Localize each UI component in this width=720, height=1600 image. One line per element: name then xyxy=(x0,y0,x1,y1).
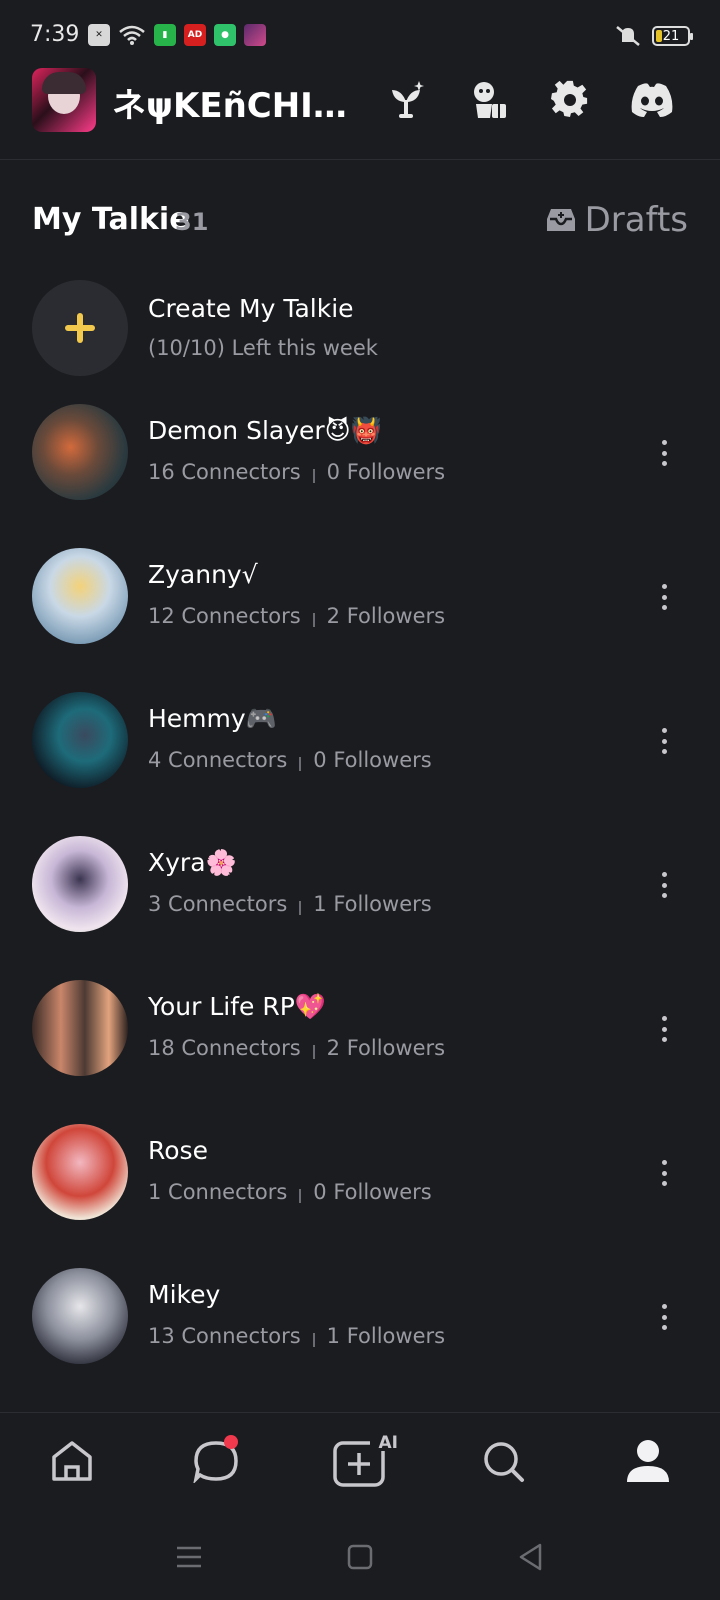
talkie-avatar[interactable] xyxy=(32,1268,128,1364)
talkie-name: Zyanny√ xyxy=(148,560,258,589)
create-ai-icon[interactable]: AI xyxy=(330,1433,398,1489)
connectors-count: 4 Connectors xyxy=(148,748,288,772)
connectors-count: 12 Connectors xyxy=(148,604,301,628)
wifi-icon xyxy=(119,25,145,45)
talkie-name: Mikey xyxy=(148,1280,221,1309)
talkie-avatar[interactable] xyxy=(32,1124,128,1220)
talkie-name: Xyra🌸 xyxy=(148,848,237,877)
connectors-count: 13 Connectors xyxy=(148,1324,301,1348)
talkie-stats: 16 Connectors 0 Followers xyxy=(148,460,445,484)
followers-count: 2 Followers xyxy=(326,604,446,628)
talkie-stats: 13 Connectors 1 Followers xyxy=(148,1324,445,1348)
followers-count: 0 Followers xyxy=(313,748,432,772)
discord-icon[interactable] xyxy=(630,78,674,122)
talkie-row[interactable]: Your Life RP💖 18 Connectors 2 Followers xyxy=(0,980,720,1100)
connectors-count: 18 Connectors xyxy=(148,1036,301,1060)
create-subtitle: (10/10) Left this week xyxy=(148,336,378,360)
more-options-icon[interactable] xyxy=(652,870,676,900)
search-icon[interactable] xyxy=(476,1433,532,1489)
talkie-avatar[interactable] xyxy=(32,980,128,1076)
status-notification-icons: ✕ ▮ AD ● xyxy=(88,24,266,46)
talkie-name: Hemmy🎮 xyxy=(148,704,277,733)
talkie-row[interactable]: Hemmy🎮 4 Connectors 0 Followers xyxy=(0,692,720,812)
status-right: 21 xyxy=(614,24,693,48)
menu-icon[interactable] xyxy=(174,1542,204,1572)
connectors-count: 1 Connectors xyxy=(148,1180,288,1204)
connectors-count: 16 Connectors xyxy=(148,460,301,484)
talkie-name: Rose xyxy=(148,1136,208,1165)
character-gift-icon[interactable] xyxy=(466,78,510,122)
followers-count: 1 Followers xyxy=(326,1324,446,1348)
talkie-row[interactable]: Mikey 13 Connectors 1 Followers xyxy=(0,1268,720,1388)
section-title: My Talkie xyxy=(32,202,190,237)
talkie-stats: 12 Connectors 2 Followers xyxy=(148,604,445,628)
followers-count: 0 Followers xyxy=(313,1180,432,1204)
home-square-icon[interactable] xyxy=(345,1542,375,1572)
talkie-avatar[interactable] xyxy=(32,548,128,644)
home-icon[interactable] xyxy=(44,1433,100,1489)
talkie-stats: 1 Connectors 0 Followers xyxy=(148,1180,432,1204)
more-options-icon[interactable] xyxy=(652,582,676,612)
more-options-icon[interactable] xyxy=(652,438,676,468)
followers-count: 2 Followers xyxy=(326,1036,446,1060)
talkie-stats: 4 Connectors 0 Followers xyxy=(148,748,432,772)
notification-icon: ✕ xyxy=(88,24,110,46)
more-options-icon[interactable] xyxy=(652,1158,676,1188)
talkie-name: Your Life RP💖 xyxy=(148,992,326,1021)
battery-icon: 21 xyxy=(652,26,693,46)
silent-bell-icon xyxy=(616,26,640,46)
chat-icon[interactable] xyxy=(188,1433,244,1489)
talkie-avatar[interactable] xyxy=(32,692,128,788)
talkie-stats: 3 Connectors 1 Followers xyxy=(148,892,432,916)
talkie-avatar[interactable] xyxy=(32,404,128,500)
more-options-icon[interactable] xyxy=(652,726,676,756)
talkie-row[interactable]: Xyra🌸 3 Connectors 1 Followers xyxy=(0,836,720,956)
talkie-name: Demon Slayer😈👹 xyxy=(148,416,382,445)
create-title: Create My Talkie xyxy=(148,294,354,323)
bottom-nav: AI xyxy=(0,1412,720,1512)
battery-saver-icon: ▮ xyxy=(154,24,176,46)
followers-count: 0 Followers xyxy=(326,460,446,484)
sprout-sparkle-icon[interactable] xyxy=(384,78,428,122)
profile-icon[interactable] xyxy=(620,1433,676,1489)
back-icon[interactable] xyxy=(516,1542,546,1572)
inbox-icon xyxy=(546,209,575,231)
drafts-button[interactable]: Drafts xyxy=(546,200,688,240)
connectors-count: 3 Connectors xyxy=(148,892,288,916)
chat-notification-dot xyxy=(224,1435,238,1449)
divider xyxy=(299,1189,302,1203)
game-app-icon xyxy=(244,24,266,46)
talkie-row[interactable]: Rose 1 Connectors 0 Followers xyxy=(0,1124,720,1244)
more-options-icon[interactable] xyxy=(652,1302,676,1332)
user-avatar[interactable] xyxy=(32,68,96,132)
status-time: 7:39 xyxy=(30,22,80,47)
plus-icon xyxy=(65,313,95,343)
divider xyxy=(312,613,315,627)
section-count: 31 xyxy=(175,208,209,236)
username[interactable]: ネψKEñCHIR… xyxy=(112,78,352,127)
gear-icon[interactable] xyxy=(548,78,592,122)
followers-count: 1 Followers xyxy=(313,892,432,916)
drafts-label: Drafts xyxy=(584,200,688,240)
profile-header: ネψKEñCHIR… xyxy=(0,64,720,160)
talkie-stats: 18 Connectors 2 Followers xyxy=(148,1036,445,1060)
system-nav-bar xyxy=(0,1512,720,1600)
talkie-row[interactable]: Zyanny√ 12 Connectors 2 Followers xyxy=(0,548,720,668)
status-bar: 7:39 ✕ ▮ AD ● 21 xyxy=(0,0,720,64)
ai-badge: AI xyxy=(378,1433,398,1453)
ad-app-icon: AD xyxy=(184,24,206,46)
chat-app-icon: ● xyxy=(214,24,236,46)
create-talkie-row[interactable]: Create My Talkie (10/10) Left this week xyxy=(0,280,720,380)
more-options-icon[interactable] xyxy=(652,1014,676,1044)
divider xyxy=(312,469,315,483)
divider xyxy=(299,757,302,771)
divider xyxy=(312,1045,315,1059)
divider xyxy=(312,1333,315,1347)
divider xyxy=(299,901,302,915)
create-plus-button[interactable] xyxy=(32,280,128,376)
talkie-avatar[interactable] xyxy=(32,836,128,932)
talkie-row[interactable]: Demon Slayer😈👹 16 Connectors 0 Followers xyxy=(0,404,720,524)
